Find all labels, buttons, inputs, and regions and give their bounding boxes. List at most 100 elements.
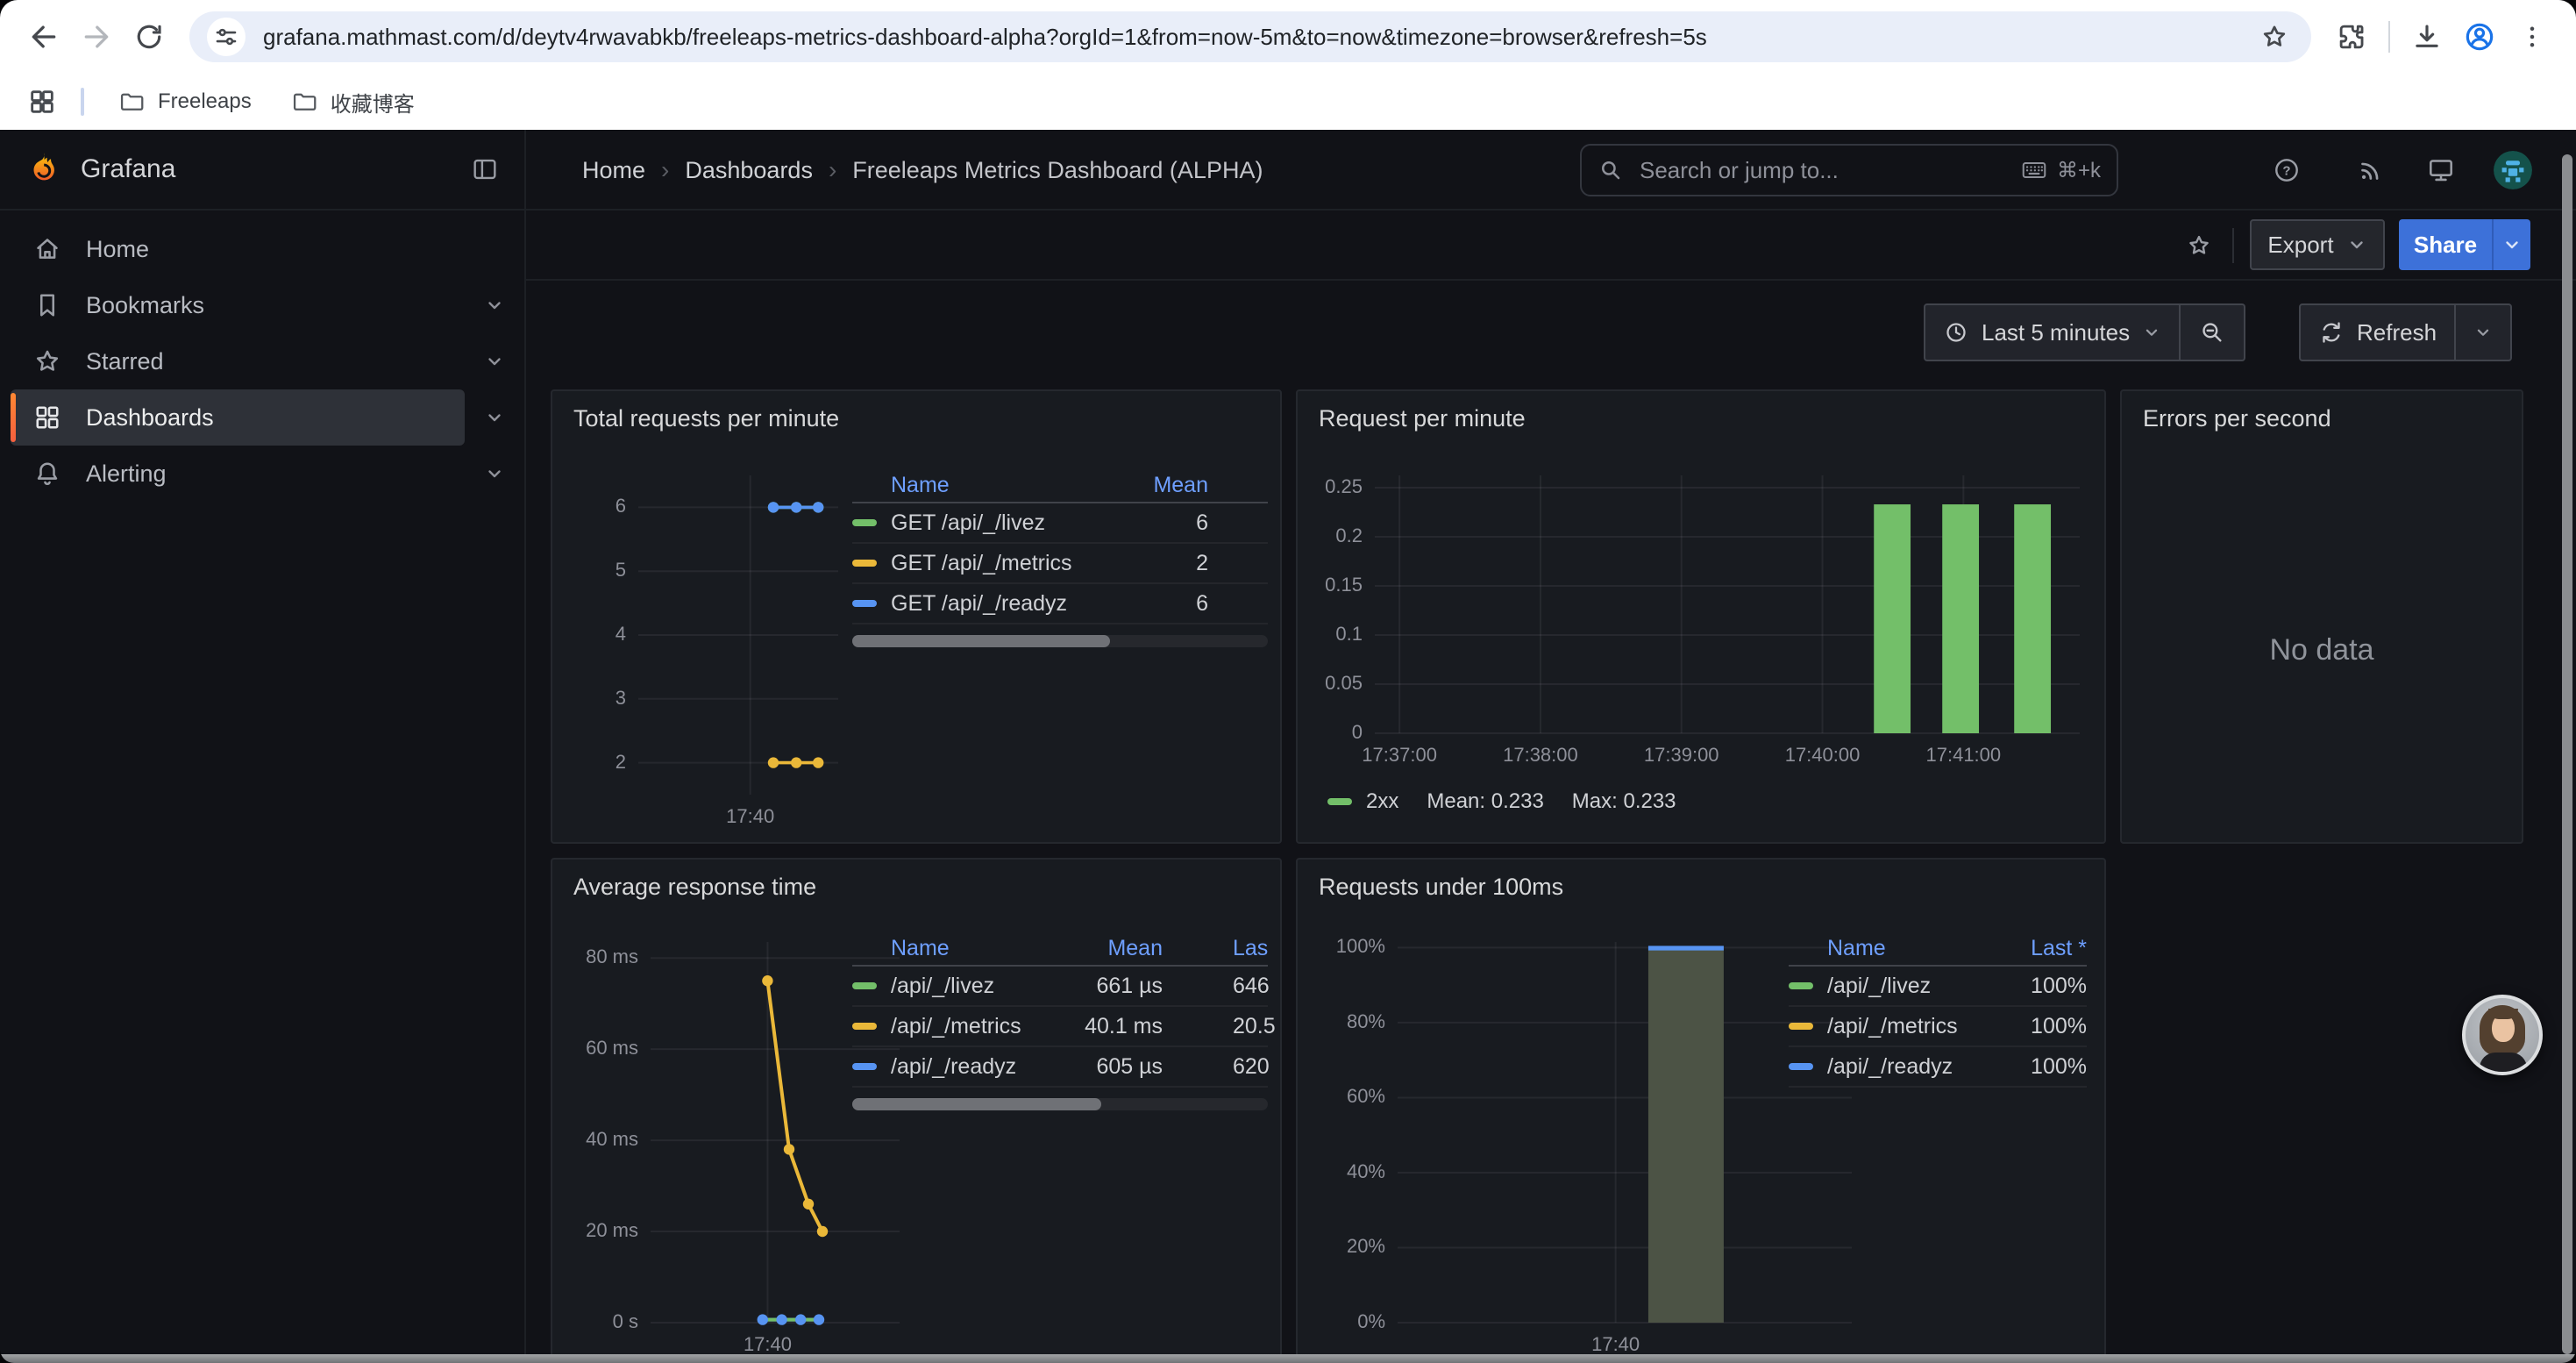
- chevron-down-icon[interactable]: [484, 407, 505, 428]
- series-color-dash: [852, 560, 877, 567]
- apps-grid-icon[interactable]: [21, 81, 63, 123]
- refresh-button[interactable]: Refresh: [2299, 303, 2456, 361]
- table-row[interactable]: /api/_/livez661 µs646: [852, 967, 1268, 1007]
- user-avatar[interactable]: [2494, 151, 2532, 189]
- series-value: 100%: [1985, 974, 2087, 999]
- legend-max: Max: 0.233: [1572, 789, 1676, 814]
- table-scrollbar[interactable]: [852, 635, 1268, 647]
- sidebar-item-home[interactable]: Home: [11, 221, 465, 277]
- rss-icon[interactable]: [2355, 154, 2387, 186]
- page-horizontal-scrollbar[interactable]: [0, 1354, 2576, 1363]
- extensions-icon[interactable]: [2325, 11, 2378, 63]
- series-dash-cell: [852, 600, 891, 607]
- table-row[interactable]: /api/_/readyz605 µs620: [852, 1047, 1268, 1088]
- chevron-down-icon[interactable]: [484, 463, 505, 484]
- table-scrollbar-thumb[interactable]: [852, 635, 1110, 647]
- y-axis-label: 6: [580, 495, 626, 517]
- share-menu-chevron-icon[interactable]: [2492, 219, 2530, 270]
- bell-icon: [32, 458, 63, 489]
- panel-title[interactable]: Request per minute: [1319, 405, 1526, 432]
- series-value: 6: [1057, 510, 1208, 536]
- panel-title[interactable]: Average response time: [573, 874, 816, 901]
- table-row[interactable]: GET /api/_/livez6: [852, 503, 1268, 544]
- keyboard-icon: [2020, 156, 2048, 184]
- bookmark-star-icon[interactable]: [2255, 21, 2294, 53]
- share-button[interactable]: Share: [2399, 219, 2492, 270]
- y-axis-label: 5: [580, 559, 626, 582]
- y-axis-label: 100%: [1326, 935, 1385, 958]
- grafana-app: Grafana Home BookmarksStarred Dashboards Al…: [0, 130, 2576, 1363]
- table-row[interactable]: GET /api/_/metrics2: [852, 544, 1268, 584]
- sidebar-item-starred[interactable]: Starred: [11, 333, 465, 389]
- chevron-down-icon: [2346, 234, 2367, 255]
- zoom-out-button[interactable]: [2181, 303, 2245, 361]
- share-split-button: Share: [2399, 219, 2530, 270]
- back-icon[interactable]: [18, 11, 70, 63]
- x-axis-label: 17:40: [672, 805, 829, 828]
- column-header[interactable]: Mean: [1057, 473, 1208, 498]
- browser-menu-icon[interactable]: [2506, 11, 2558, 63]
- favorite-star-icon[interactable]: [2185, 232, 2213, 260]
- table-row[interactable]: /api/_/metrics40.1 ms20.5 r: [852, 1007, 1268, 1047]
- legend-series-label[interactable]: 2xx: [1366, 789, 1398, 814]
- column-header[interactable]: Mean: [1057, 936, 1163, 961]
- page-vertical-scrollbar[interactable]: [2562, 154, 2572, 1354]
- table-row[interactable]: GET /api/_/readyz6: [852, 584, 1268, 624]
- panel-title[interactable]: Requests under 100ms: [1319, 874, 1563, 901]
- bookmark-folder[interactable]: Freeleaps: [102, 82, 267, 121]
- browser-window: Freeleaps收藏博客 Grafana Home BookmarksStarr…: [0, 0, 2576, 1363]
- assistant-avatar-widget[interactable]: [2462, 995, 2543, 1075]
- grafana-logo-icon[interactable]: [25, 150, 63, 189]
- star-icon: [32, 346, 63, 377]
- folder-icon: [117, 88, 146, 116]
- y-axis-label: 80%: [1326, 1010, 1385, 1033]
- chevron-down-icon[interactable]: [484, 295, 505, 316]
- no-data-message: No data: [2122, 633, 2522, 667]
- column-header[interactable]: Name: [891, 936, 1057, 961]
- panel-requests-under-100ms: Requests under 100ms NameLast */api/_/li…: [1296, 858, 2106, 1363]
- kiosk-monitor-icon[interactable]: [2425, 154, 2457, 186]
- y-axis-label: 2: [580, 751, 626, 774]
- brand-title: Grafana: [81, 154, 175, 184]
- legend-series-dash: [1327, 798, 1352, 805]
- table-scrollbar[interactable]: [852, 1098, 1268, 1110]
- sidebar-item-dashboards[interactable]: Dashboards: [11, 389, 465, 446]
- sidebar-item-bookmarks[interactable]: Bookmarks: [11, 277, 465, 333]
- sidebar-item-alerting[interactable]: Alerting: [11, 446, 465, 502]
- chart-svg: [638, 475, 838, 795]
- sidebar-item-label: Home: [86, 236, 149, 263]
- column-header[interactable]: Las: [1233, 936, 1282, 961]
- sidebar-item-label: Dashboards: [86, 404, 214, 432]
- chart-svg: [651, 942, 900, 1323]
- chevron-down-icon[interactable]: [484, 351, 505, 372]
- panel-title[interactable]: Total requests per minute: [573, 405, 839, 432]
- bookmark-folder[interactable]: 收藏博客: [274, 82, 431, 123]
- refresh-interval-dropdown[interactable]: [2456, 303, 2512, 361]
- series-color-dash: [852, 600, 877, 607]
- y-axis-label: 4: [580, 623, 626, 646]
- export-button[interactable]: Export: [2250, 219, 2385, 270]
- panel-total-requests-per-minute: Total requests per minute NameMean GET /a…: [551, 389, 1282, 844]
- reload-icon[interactable]: [123, 11, 175, 63]
- search-input[interactable]: [1636, 155, 2020, 186]
- column-header[interactable]: Last *: [1985, 936, 2087, 961]
- dock-sidebar-icon[interactable]: [470, 154, 500, 184]
- download-icon[interactable]: [2401, 11, 2453, 63]
- breadcrumb-item[interactable]: Home: [582, 157, 645, 184]
- panel-title[interactable]: Errors per second: [2143, 405, 2331, 432]
- help-icon[interactable]: ?: [2271, 154, 2302, 186]
- address-bar[interactable]: [189, 11, 2311, 62]
- refresh-label: Refresh: [2357, 319, 2437, 346]
- forward-icon[interactable]: [70, 11, 123, 63]
- url-input[interactable]: [260, 22, 2255, 53]
- search-box[interactable]: ⌘+k: [1580, 144, 2118, 196]
- column-header[interactable]: Name: [891, 473, 1057, 498]
- tune-icon[interactable]: [207, 18, 246, 56]
- y-axis-label: 60 ms: [554, 1037, 638, 1060]
- y-axis-label: 0.05: [1299, 672, 1363, 695]
- zoom-out-icon: [2198, 318, 2226, 346]
- time-range-picker[interactable]: Last 5 minutes: [1924, 303, 2181, 361]
- profile-icon[interactable]: [2453, 11, 2506, 63]
- breadcrumb-item[interactable]: Dashboards: [685, 157, 813, 184]
- bookmarks-divider: [81, 88, 84, 116]
